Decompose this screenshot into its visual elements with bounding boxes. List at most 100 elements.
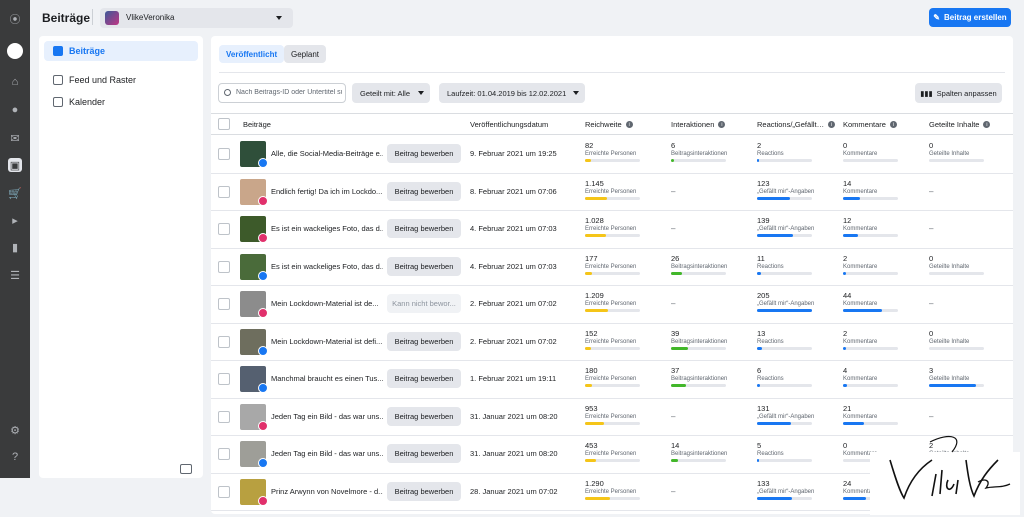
tab-scheduled[interactable]: Geplant — [284, 45, 327, 63]
metric-reactions: 133 „Gefällt mir“-Angaben — [757, 479, 817, 500]
column-header-shares[interactable]: Geteilte Inhalte i — [929, 120, 991, 129]
sidebar-item-feed-grid[interactable]: Feed und Raster — [44, 70, 198, 90]
calendar-icon — [53, 97, 63, 107]
metric-interactions: 37 Beitragsinteraktionen — [671, 366, 731, 387]
boost-post-button[interactable]: Beitrag bewerben — [387, 369, 461, 388]
date-range-dropdown[interactable]: Laufzeit: 01.04.2019 bis 12.02.2021 — [439, 83, 585, 103]
sidebar-item-posts[interactable]: Beiträge — [44, 41, 198, 61]
row-checkbox[interactable] — [218, 335, 230, 348]
help-icon[interactable]: ? — [8, 450, 22, 464]
shop-icon[interactable]: 🛒 — [8, 186, 22, 200]
metric-value: 44 — [843, 291, 852, 300]
sidebar-item-calendar[interactable]: Kalender — [44, 92, 198, 112]
inbox-icon[interactable]: ✉ — [8, 131, 22, 145]
post-text[interactable]: Es ist ein wackeliges Foto, das d... — [271, 224, 383, 233]
meta-logo-icon[interactable]: ⦿ — [8, 12, 22, 26]
customize-columns-button[interactable]: ▮▮▮ Spalten anpassen — [915, 83, 1002, 103]
avatar[interactable] — [7, 43, 23, 59]
row-checkbox[interactable] — [218, 448, 230, 460]
metric-bar-fill — [757, 346, 762, 350]
row-checkbox[interactable] — [218, 223, 230, 235]
page-selector[interactable]: VlikeVeronika — [100, 8, 293, 28]
row-checkbox[interactable] — [218, 485, 230, 498]
home-icon[interactable]: ⌂ — [8, 75, 22, 89]
metric-reach: 82 Erreichte Personen — [585, 141, 645, 162]
metric-value: 14 — [671, 441, 680, 450]
boost-post-button: Kann nicht bewor... — [387, 294, 461, 313]
table-row[interactable]: Es ist ein wackeliges Foto, das d... Beit… — [211, 249, 1013, 286]
boost-post-button[interactable]: Beitrag bewerben — [387, 219, 461, 238]
info-icon[interactable]: i — [718, 121, 726, 128]
metric-value: 205 — [757, 291, 770, 300]
row-checkbox[interactable] — [218, 148, 230, 160]
search-input[interactable]: Nach Beitrags-ID oder Untertitel suchen — [218, 83, 346, 103]
table-row[interactable]: Mein Lockdown-Material ist de... Kann nic… — [211, 286, 1013, 324]
create-post-button[interactable]: ✎ Beitrag erstellen — [929, 8, 1011, 27]
row-checkbox[interactable] — [218, 298, 230, 310]
metric-value: 1.290 — [585, 478, 604, 488]
column-header-comments[interactable]: Kommentare i — [843, 120, 897, 129]
column-header-interactions[interactable]: Interaktionen i — [671, 120, 726, 129]
column-header-date[interactable]: Veröffentlichungsdatum — [470, 120, 548, 129]
menu-icon[interactable]: ☰ — [8, 268, 22, 282]
column-header-reactions[interactable]: Reactions/„Gefällt… i — [757, 120, 836, 129]
metric-bar-fill — [843, 234, 858, 237]
publish-date: 9. Februar 2021 um 19:25 — [470, 149, 557, 158]
row-checkbox[interactable] — [218, 410, 230, 423]
post-text[interactable]: Jeden Tag ein Bild - das war uns... — [271, 412, 383, 421]
metric-bar-fill — [843, 271, 846, 275]
row-checkbox[interactable] — [218, 260, 230, 273]
posts-icon[interactable]: ▣ — [8, 158, 22, 172]
post-text[interactable]: Endlich fertig! Da ich im Lockdo... — [271, 187, 383, 196]
boost-post-button[interactable]: Beitrag bewerben — [387, 406, 461, 426]
info-icon[interactable]: i — [983, 121, 991, 128]
row-checkbox[interactable] — [218, 373, 230, 385]
boost-post-button[interactable]: Beitrag bewerben — [387, 331, 461, 351]
metric-bar — [757, 271, 812, 275]
table-row[interactable]: Manchmal braucht es einen Tus... Beitrag … — [211, 361, 1013, 399]
table-row[interactable]: Alle, die Social-Media-Beiträge e... Beit… — [211, 136, 1013, 174]
info-icon[interactable]: i — [828, 121, 836, 128]
metric-reactions: 131 „Gefällt mir“-Angaben — [757, 404, 817, 425]
post-text[interactable]: Prinz Arwynn von Novelmore - d... — [271, 487, 383, 496]
tab-published[interactable]: Veröffentlicht — [219, 45, 285, 63]
columns-icon: ▮▮▮ — [920, 88, 933, 98]
table-row[interactable]: Mein Lockdown-Material ist defi... Beitra… — [211, 324, 1013, 361]
metric-label: Reactions — [757, 338, 784, 345]
column-header-posts[interactable]: Beiträge — [243, 120, 271, 129]
publish-date: 2. Februar 2021 um 07:02 — [470, 299, 557, 308]
boost-post-button[interactable]: Beitrag bewerben — [387, 181, 461, 201]
post-text[interactable]: Manchmal braucht es einen Tus... — [271, 374, 383, 383]
notifications-icon[interactable]: ● — [8, 103, 22, 117]
insights-icon[interactable]: ▮ — [8, 240, 22, 254]
boost-post-button[interactable]: Beitrag bewerben — [387, 481, 461, 501]
metric-empty: – — [929, 186, 934, 196]
boost-post-button[interactable]: Beitrag bewerben — [387, 444, 461, 463]
post-text[interactable]: Jeden Tag ein Bild - das war uns... — [271, 449, 383, 458]
metric-empty: – — [929, 224, 934, 233]
shared-with-dropdown[interactable]: Geteilt mit: Alle — [352, 83, 430, 103]
info-icon[interactable]: i — [625, 121, 633, 128]
ads-icon[interactable]: ▸ — [8, 213, 22, 227]
metric-bar — [757, 496, 812, 500]
info-icon[interactable]: i — [889, 121, 897, 128]
post-text[interactable]: Es ist ein wackeliges Foto, das d... — [271, 262, 383, 271]
table-row[interactable]: Es ist ein wackeliges Foto, das d... Beit… — [211, 211, 1013, 249]
metric-value: 13 — [757, 328, 766, 338]
row-checkbox[interactable] — [218, 185, 230, 198]
metric-label: Beitragsinteraktionen — [671, 263, 728, 270]
metric-bar — [585, 271, 640, 275]
boost-post-button[interactable]: Beitrag bewerben — [387, 144, 461, 163]
post-text[interactable]: Mein Lockdown-Material ist de... — [271, 299, 383, 308]
metric-bar-fill — [757, 196, 790, 200]
boost-post-button[interactable]: Beitrag bewerben — [387, 256, 461, 276]
post-text[interactable]: Alle, die Social-Media-Beiträge e... — [271, 149, 383, 158]
settings-icon[interactable]: ⚙ — [8, 423, 22, 437]
column-header-reach[interactable]: Reichweite i — [585, 120, 633, 129]
collapse-sidebar-icon[interactable] — [180, 464, 192, 474]
table-row[interactable]: Endlich fertig! Da ich im Lockdo... Beitr… — [211, 174, 1013, 211]
post-text[interactable]: Mein Lockdown-Material ist defi... — [271, 337, 383, 346]
columns-label: Spalten anpassen — [936, 88, 997, 98]
select-all-checkbox[interactable] — [218, 118, 230, 130]
signature-watermark — [870, 435, 1020, 515]
